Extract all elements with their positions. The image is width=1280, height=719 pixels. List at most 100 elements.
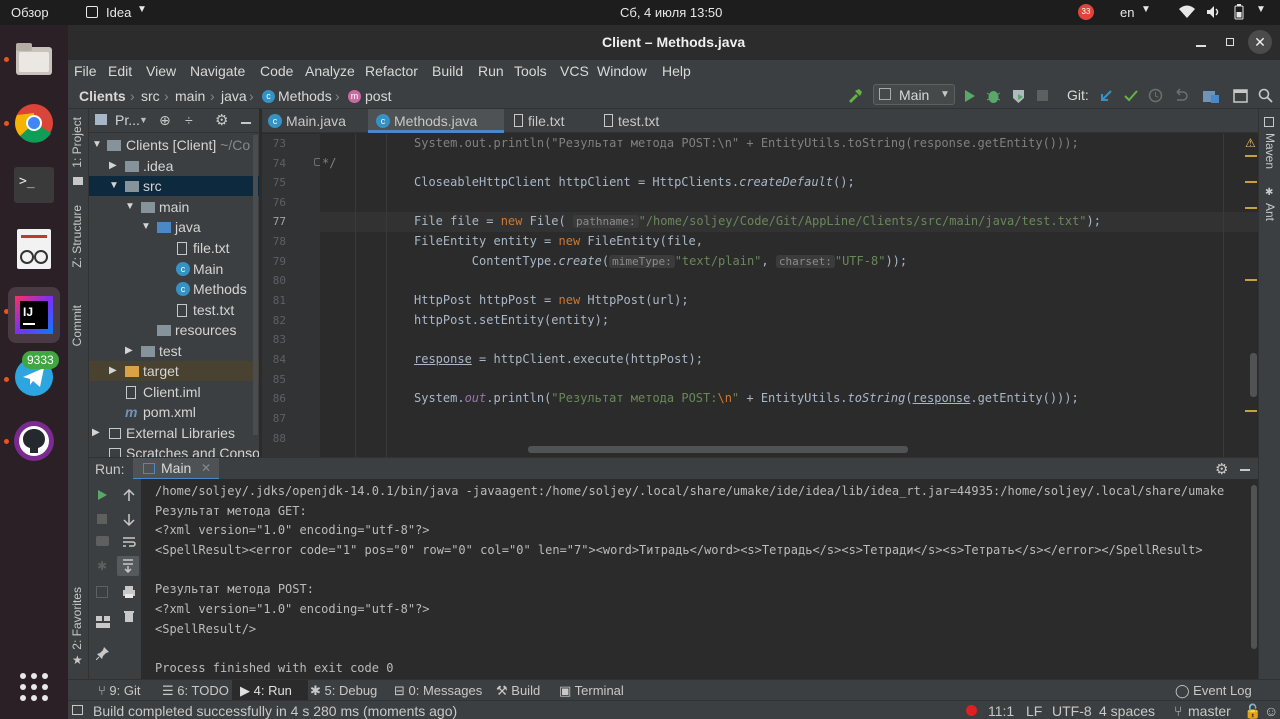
tree-item-idea[interactable]: ▶ .idea — [89, 156, 259, 176]
stop-icon[interactable] — [1037, 90, 1048, 101]
breadcrumb-methods[interactable]: Methods — [278, 88, 332, 104]
tool-tab-structure[interactable]: Z: Structure — [70, 205, 84, 268]
layout-icon[interactable] — [96, 616, 110, 628]
git-rollback-icon[interactable] — [1173, 88, 1188, 103]
menu-build[interactable]: Build — [432, 63, 463, 79]
locate-file-icon[interactable]: ⊕ — [159, 112, 171, 129]
tool-window-build[interactable]: ⚒ Build — [496, 683, 540, 699]
line-separator[interactable]: LF — [1026, 703, 1042, 719]
camera-icon[interactable] — [96, 536, 109, 546]
error-indicator-icon[interactable] — [966, 705, 977, 716]
menu-refactor[interactable]: Refactor — [365, 63, 418, 79]
scroll-up-icon[interactable] — [123, 489, 135, 502]
git-branch[interactable]: master — [1188, 703, 1231, 719]
lock-icon[interactable]: 🔓 — [1244, 703, 1261, 719]
collapse-all-icon[interactable]: ÷ — [185, 112, 193, 128]
tool-window-messages[interactable]: ⊟ 0: Messages — [394, 683, 482, 699]
exit-icon[interactable] — [96, 586, 108, 598]
menu-view[interactable]: View — [146, 63, 176, 79]
language-indicator[interactable]: en — [1120, 5, 1134, 20]
tool-tab-ant[interactable]: Ant — [1263, 203, 1277, 221]
code-editor[interactable]: System.out.println("Результат метода POS… — [320, 134, 1258, 457]
git-history-icon[interactable] — [1148, 88, 1163, 103]
stripe-mark[interactable] — [1245, 410, 1257, 412]
rerun-icon[interactable] — [97, 489, 108, 501]
project-structure-icon[interactable] — [1203, 89, 1219, 103]
tree-item-main[interactable]: ▼ main — [89, 197, 259, 217]
menu-run[interactable]: Run — [478, 63, 504, 79]
console-output[interactable]: /home/soljey/.jdks/openjdk-14.0.1/bin/ja… — [141, 479, 1258, 679]
vertical-scrollbar-thumb[interactable] — [1250, 353, 1257, 397]
stripe-mark[interactable] — [1245, 279, 1257, 281]
caret-position[interactable]: 11:1 — [988, 703, 1014, 719]
project-view-selector[interactable]: Pr... — [115, 112, 140, 128]
notification-badge[interactable]: 33 — [1078, 4, 1094, 20]
soft-wrap-icon[interactable] — [122, 536, 136, 549]
run-tab-main[interactable]: Main ✕ — [133, 458, 219, 480]
terminal-app-icon[interactable]: >_ — [12, 163, 56, 207]
tree-item-java[interactable]: ▼ java — [89, 217, 259, 237]
files-app-icon[interactable] — [12, 37, 56, 81]
tool-tab-project[interactable]: 1: Project — [70, 117, 84, 168]
tree-item-src[interactable]: ▼ src — [89, 176, 259, 196]
scroll-to-end-toggle[interactable] — [117, 556, 139, 576]
warning-icon[interactable]: ⚠ — [1245, 136, 1256, 150]
run-icon[interactable] — [964, 89, 976, 103]
minimize-icon[interactable] — [1196, 45, 1206, 47]
tree-item-file-txt[interactable]: file.txt — [89, 238, 259, 258]
tab-file-txt[interactable]: file.txt — [506, 109, 594, 133]
settings-disabled-icon[interactable]: ✱ — [97, 559, 107, 573]
build-hammer-icon[interactable] — [847, 88, 863, 104]
github-desktop-app-icon[interactable] — [12, 419, 56, 463]
horizontal-scrollbar[interactable] — [528, 446, 908, 453]
menu-window[interactable]: Window — [597, 63, 647, 79]
tree-item-pom-xml[interactable]: m pom.xml — [89, 402, 259, 422]
hide-panel-icon[interactable] — [241, 122, 251, 124]
menu-edit[interactable]: Edit — [108, 63, 132, 79]
menu-navigate[interactable]: Navigate — [190, 63, 245, 79]
tree-item-resources[interactable]: resources — [89, 320, 259, 340]
menu-code[interactable]: Code — [260, 63, 293, 79]
gear-icon[interactable]: ⚙ — [215, 111, 228, 129]
stripe-mark[interactable] — [1245, 181, 1257, 183]
breadcrumb-src[interactable]: src — [141, 88, 160, 104]
tree-item-clients-module[interactable]: ▼ Clients [Client] ~/Co — [89, 135, 259, 155]
tree-item-methods-class[interactable]: c Methods — [89, 279, 259, 299]
battery-icon[interactable] — [1234, 4, 1244, 20]
menu-help[interactable]: Help — [662, 63, 691, 79]
tree-item-external-libraries[interactable]: ▶ External Libraries — [89, 423, 259, 443]
tool-window-event-log[interactable]: ◯ Event Log — [1175, 683, 1252, 699]
tree-item-client-iml[interactable]: Client.iml — [89, 382, 259, 402]
tool-window-run[interactable]: ▶ 4: Run — [240, 683, 292, 699]
show-applications-icon[interactable] — [12, 665, 56, 709]
menu-vcs[interactable]: VCS — [560, 63, 589, 79]
breadcrumb-java[interactable]: java — [221, 88, 247, 104]
menu-analyze[interactable]: Analyze — [305, 63, 355, 79]
tab-test-txt[interactable]: test.txt — [596, 109, 688, 133]
intellij-app-icon[interactable]: IJ — [8, 287, 60, 343]
close-tab-icon[interactable]: ✕ — [201, 461, 211, 475]
console-scrollbar[interactable] — [1251, 485, 1257, 649]
app-menu-button[interactable]: Idea — [106, 5, 131, 20]
tool-window-git[interactable]: ⑂ 9: Git — [98, 683, 141, 698]
breadcrumb-main[interactable]: main — [175, 88, 205, 104]
chrome-app-icon[interactable] — [12, 101, 56, 145]
tool-window-todo[interactable]: ☰ 6: TODO — [162, 683, 229, 699]
debug-icon[interactable] — [986, 88, 1001, 104]
volume-icon[interactable] — [1206, 5, 1220, 19]
gear-icon[interactable]: ⚙ — [1215, 460, 1228, 478]
git-update-icon[interactable] — [1099, 89, 1113, 103]
pin-icon[interactable] — [96, 646, 110, 660]
layout-icon[interactable] — [1233, 89, 1248, 103]
tree-item-main-class[interactable]: c Main — [89, 259, 259, 279]
status-message[interactable]: Build completed successfully in 4 s 280 … — [93, 703, 457, 719]
git-commit-icon[interactable] — [1124, 89, 1138, 103]
search-icon[interactable] — [1258, 88, 1273, 103]
trash-icon[interactable] — [123, 609, 135, 623]
project-scrollbar[interactable] — [253, 135, 258, 435]
stop-icon[interactable] — [97, 514, 107, 524]
stripe-mark[interactable] — [1245, 155, 1257, 157]
tool-tab-favorites[interactable]: 2: Favorites — [70, 587, 84, 650]
tree-item-test[interactable]: ▶ test — [89, 341, 259, 361]
print-icon[interactable] — [122, 585, 136, 599]
